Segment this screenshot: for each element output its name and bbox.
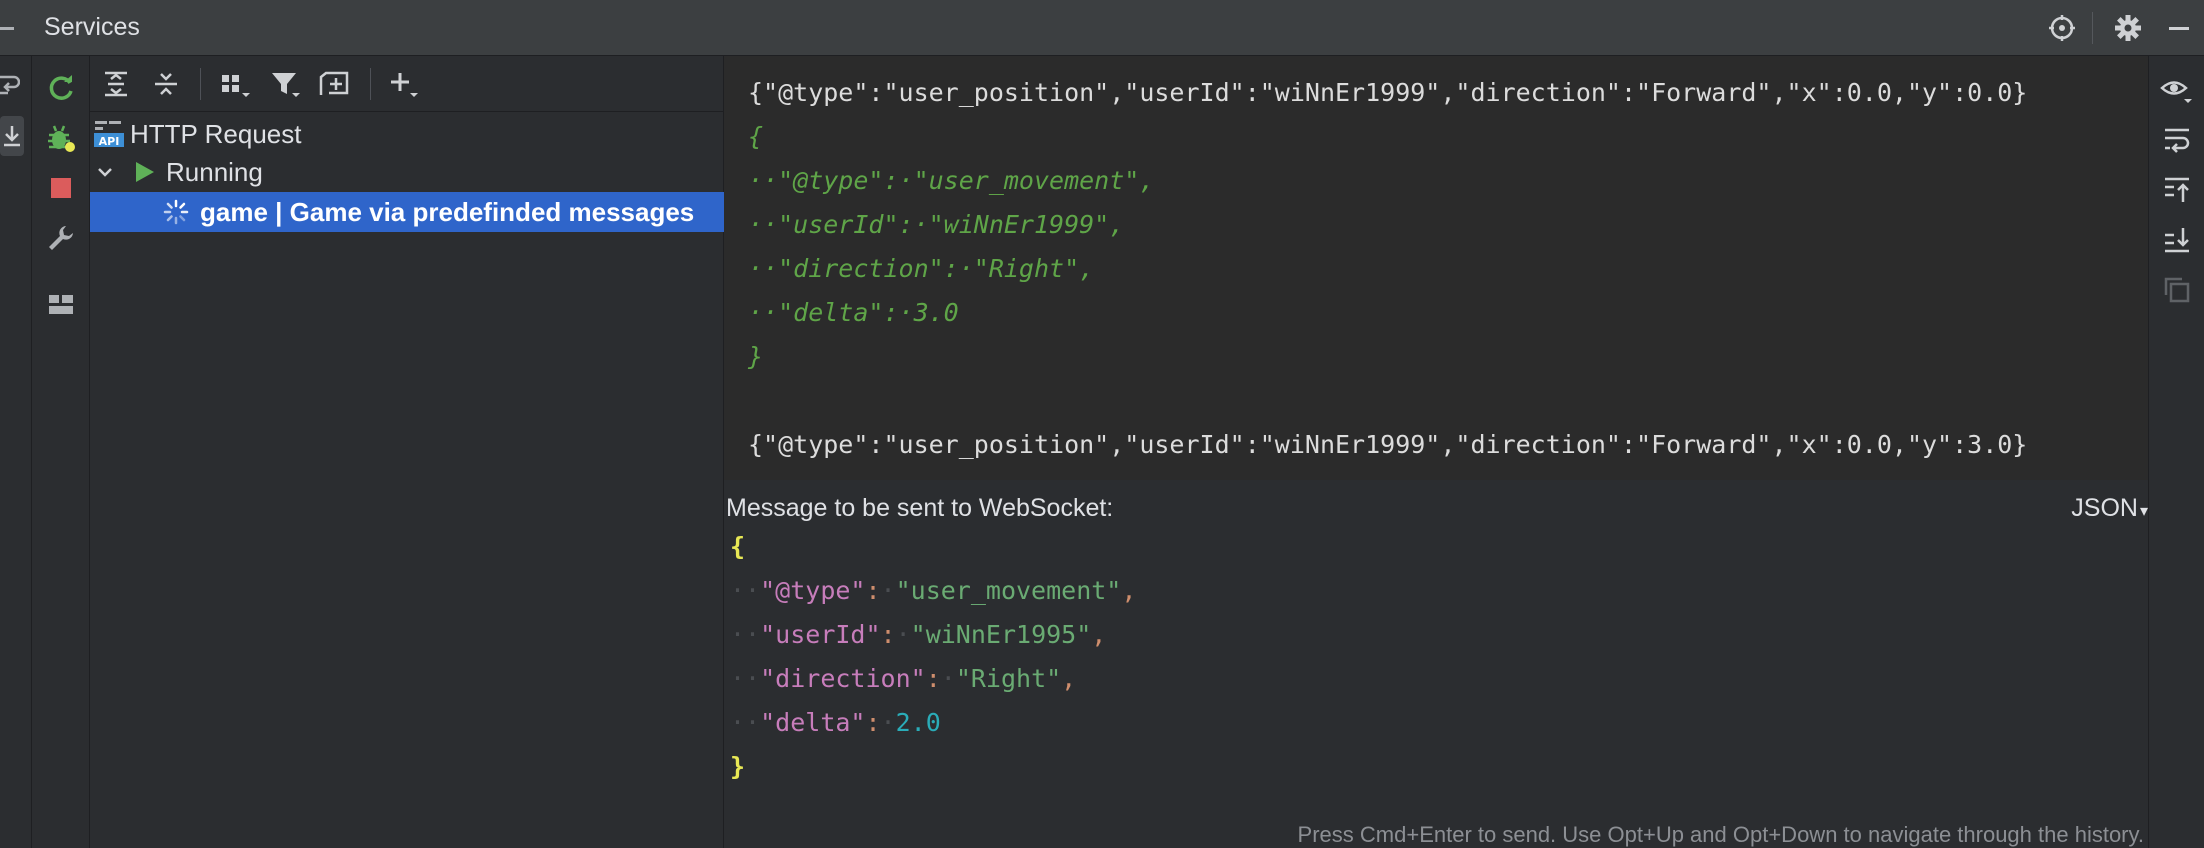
editor-line: { — [730, 532, 745, 561]
output-line: {"@type":"user_position","userId":"wiNnE… — [748, 78, 2028, 107]
minus-icon[interactable] — [2164, 16, 2194, 40]
scroll-to-bottom-icon[interactable] — [2159, 224, 2195, 256]
message-input-panel: Message to be sent to WebSocket: JSON ▾ {… — [724, 480, 2148, 848]
group-by-icon[interactable] — [218, 68, 254, 100]
header-divider — [2092, 12, 2093, 44]
format-dropdown[interactable]: JSON ▾ — [2071, 494, 2148, 523]
chevron-down-icon[interactable] — [94, 161, 116, 183]
soft-wrap-icon[interactable] — [2159, 124, 2195, 156]
add-service-icon[interactable] — [386, 68, 422, 100]
left-minus-icon[interactable] — [0, 27, 14, 30]
json-key: "userId" — [760, 620, 881, 649]
output-line: {"@type":"user_position","userId":"wiNnE… — [748, 430, 2028, 459]
eye-icon[interactable] — [2159, 74, 2195, 106]
filter-icon[interactable] — [268, 68, 304, 100]
rerun-icon[interactable] — [45, 72, 77, 104]
editor-line: ··"direction":·"Right", — [730, 664, 1077, 693]
tree-item-game-selected[interactable]: game | Game via predefinded messages — [90, 192, 724, 232]
tree-item-label: game | Game via predefinded messages — [200, 196, 695, 227]
output-line: } — [748, 342, 764, 371]
toolbar-separator — [370, 68, 371, 100]
scroll-to-end-icon[interactable] — [0, 116, 24, 156]
soft-wrap-icon[interactable] — [0, 70, 20, 100]
tree-item-running[interactable]: Running — [90, 152, 724, 192]
send-hint: Press Cmd+Enter to send. Use Opt+Up and … — [1297, 822, 2144, 847]
json-value: "user_movement" — [895, 576, 1122, 605]
scroll-to-top-icon[interactable] — [2159, 174, 2195, 206]
json-key: "@type" — [760, 576, 866, 605]
stop-icon[interactable] — [45, 172, 77, 204]
loading-spinner-icon — [162, 198, 190, 226]
tool-window-header: Services — [0, 0, 2204, 56]
wrench-icon[interactable] — [45, 222, 77, 254]
tree-item-label: Running — [166, 156, 263, 187]
json-comma: , — [1091, 620, 1107, 649]
tree-item-label: HTTP Request — [130, 118, 302, 149]
editor-line: ··"delta":·2.0 — [730, 708, 941, 737]
editor-line: ··"userId":·"wiNnEr1995", — [730, 620, 1107, 649]
output-line: ··"@type":·"user_movement", — [748, 166, 1155, 195]
json-comma: , — [1121, 576, 1137, 605]
tree-toolbar — [90, 56, 724, 112]
json-value: 2.0 — [895, 708, 941, 737]
brace-open: { — [730, 532, 746, 561]
json-value: "wiNnEr1995" — [910, 620, 1092, 649]
right-toolbar — [2148, 56, 2204, 848]
json-value: "Right" — [955, 664, 1062, 693]
dropdown-caret-icon: ▾ — [2139, 503, 2148, 520]
toolbar-separator — [200, 68, 201, 100]
output-line: ··"direction":·"Right", — [748, 254, 1095, 283]
collapse-all-icon[interactable] — [150, 68, 182, 100]
new-group-icon[interactable] — [318, 68, 354, 100]
editor-line: ··"@type":·"user_movement", — [730, 576, 1137, 605]
tree-item-http-request[interactable]: API HTTP Request — [90, 114, 724, 154]
svg-text:API: API — [99, 135, 120, 148]
json-comma: , — [1061, 664, 1077, 693]
output-line: { — [748, 122, 764, 151]
services-toolbar — [32, 56, 90, 848]
output-line: ··"delta":·3.0 — [748, 298, 959, 327]
layout-icon[interactable] — [45, 288, 77, 320]
editor-line: } — [730, 752, 745, 781]
copy-icon[interactable] — [2159, 274, 2195, 306]
services-tree-panel: API HTTP Request Running game | Game via… — [90, 56, 724, 848]
expand-all-icon[interactable] — [100, 68, 132, 100]
json-key: "delta" — [760, 708, 866, 737]
message-editor[interactable]: { ··"@type":·"user_movement", ··"userId"… — [724, 526, 2148, 781]
debug-icon[interactable] — [45, 122, 77, 154]
json-key: "direction" — [760, 664, 926, 693]
api-icon: API — [92, 117, 126, 151]
gear-icon[interactable] — [2112, 12, 2144, 44]
message-header-label: Message to be sent to WebSocket: — [726, 494, 1114, 522]
websocket-output-log[interactable]: {"@type":"user_position","userId":"wiNnE… — [724, 56, 2148, 480]
left-gutter — [0, 56, 32, 848]
output-line: ··"userId":·"wiNnEr1999", — [748, 210, 1125, 239]
brace-close: } — [730, 752, 746, 781]
tool-window-title: Services — [44, 13, 140, 41]
run-icon — [130, 158, 158, 186]
crosshair-icon[interactable] — [2046, 12, 2078, 44]
format-value: JSON — [2071, 494, 2138, 522]
